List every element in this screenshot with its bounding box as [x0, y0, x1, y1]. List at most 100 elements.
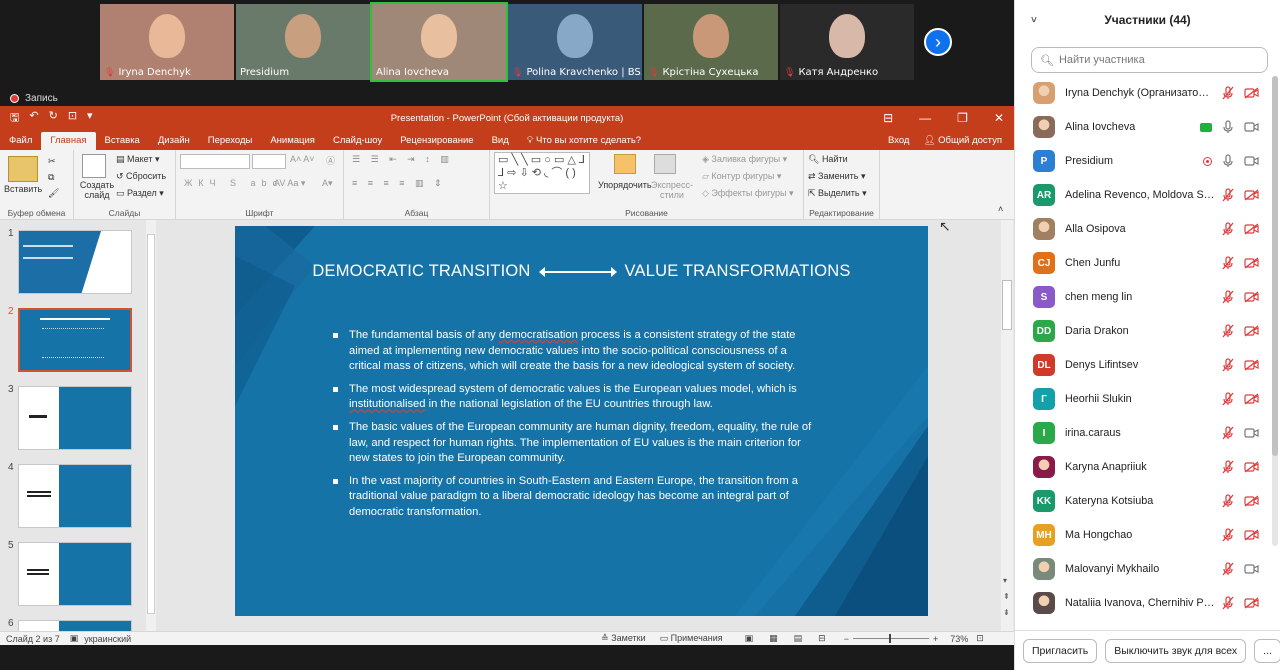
signin-link[interactable]: Вход [888, 135, 910, 146]
share-button[interactable]: 👤︎ Общий доступ [923, 135, 1002, 146]
participant-search-input[interactable]: 🔍︎ Найти участника [1031, 47, 1268, 73]
undo-icon[interactable]: ↶ [29, 109, 38, 128]
quick-styles-icon[interactable] [654, 154, 676, 174]
paste-icon[interactable] [8, 156, 38, 182]
current-slide[interactable]: DEMOCRATIC TRANSITION VALUE TRANSFORMATI… [235, 226, 928, 616]
video-off-icon[interactable] [1244, 461, 1259, 473]
video-icon[interactable] [1244, 563, 1259, 575]
language-indicator[interactable]: украинский [84, 634, 131, 644]
mic-muted-icon[interactable] [1221, 324, 1235, 338]
prev-slide-icon[interactable]: ⇞ [1003, 592, 1010, 601]
video-off-icon[interactable] [1244, 87, 1259, 99]
video-tile[interactable]: 🎙︎ Крістіна Сухецька [644, 4, 778, 80]
next-videos-button[interactable]: › [924, 28, 952, 56]
tab-slideshow[interactable]: Слайд-шоу [324, 132, 391, 150]
shape-outline-button[interactable]: ▱ Контур фигуры ▾ [702, 171, 781, 182]
participant-row[interactable]: AR Adelina Revenco, Moldova State ... [1015, 178, 1267, 212]
shape-effects-button[interactable]: ◇ Эффекты фигуры ▾ [702, 188, 793, 199]
video-off-icon[interactable] [1244, 495, 1259, 507]
font-name-input[interactable] [180, 154, 250, 169]
thumbnails-scrollbar[interactable] [146, 220, 156, 631]
participant-row[interactable]: DD Daria Drakon [1015, 314, 1267, 348]
participant-row[interactable]: Karyna Anapriiuk [1015, 450, 1267, 484]
mic-muted-icon[interactable] [1221, 494, 1235, 508]
cut-icon[interactable]: ✂ [48, 156, 56, 167]
layout-button[interactable]: ▤ Макет ▾ [116, 154, 160, 165]
mic-muted-icon[interactable] [1221, 392, 1235, 406]
redo-icon[interactable]: ↻ [49, 109, 58, 128]
participant-row[interactable]: P Presidium [1015, 144, 1267, 178]
participant-row[interactable]: MH Ma Hongchao [1015, 518, 1267, 552]
mic-muted-icon[interactable] [1221, 358, 1235, 372]
fit-slide-icon[interactable]: ⊡ [976, 633, 984, 644]
select-button[interactable]: ⇱ Выделить ▾ [808, 188, 867, 199]
slide-thumbnail-2[interactable] [18, 308, 132, 372]
font-color-icon[interactable]: A▾ [322, 178, 333, 189]
participant-row[interactable]: Schen meng lin [1015, 280, 1267, 314]
video-icon[interactable] [1244, 155, 1259, 167]
mute-all-button[interactable]: Выключить звук для всех [1105, 638, 1247, 663]
video-tile[interactable]: Presidium [236, 4, 370, 80]
zoom-out-icon[interactable]: − [844, 634, 849, 644]
zoom-slider[interactable] [852, 634, 929, 643]
video-off-icon[interactable] [1244, 393, 1259, 405]
mic-muted-icon[interactable] [1221, 562, 1235, 576]
video-off-icon[interactable] [1244, 189, 1259, 201]
arrange-icon[interactable] [614, 154, 636, 174]
editor-scrollbar[interactable]: ▾ ⇞ ⇟ [1001, 220, 1013, 631]
participant-row[interactable]: DL Denys Lifintsev [1015, 348, 1267, 382]
slide-thumbnail-3[interactable] [18, 386, 132, 450]
clear-format-icon[interactable]: Ⓐ [326, 154, 335, 167]
video-off-icon[interactable] [1244, 257, 1259, 269]
mic-muted-icon[interactable] [1221, 86, 1235, 100]
video-off-icon[interactable] [1244, 359, 1259, 371]
slide-thumbnail-5[interactable] [18, 542, 132, 606]
mic-muted-icon[interactable] [1221, 460, 1235, 474]
mic-muted-icon[interactable] [1221, 528, 1235, 542]
mic-icon[interactable] [1221, 120, 1235, 134]
chevron-down-icon[interactable]: ˅ [1031, 15, 1037, 26]
tab-file[interactable]: Файл [0, 132, 41, 150]
slide-thumbnail-1[interactable] [18, 230, 132, 294]
video-off-icon[interactable] [1244, 597, 1259, 609]
list-icons[interactable]: ☰ ☰ ⇤ ⇥ ↕ ▥ [352, 154, 453, 165]
mic-muted-icon[interactable] [1221, 188, 1235, 202]
video-tile[interactable]: 🎙︎ Катя Андренко [780, 4, 914, 80]
tab-transitions[interactable]: Переходы [199, 132, 262, 150]
video-tile[interactable]: Alina Iovcheva [370, 2, 508, 82]
video-icon[interactable] [1244, 121, 1259, 133]
paste-button[interactable]: Вставить [4, 184, 42, 194]
participant-row[interactable]: Iirina.caraus [1015, 416, 1267, 450]
copy-icon[interactable]: ⧉ [48, 172, 54, 183]
section-button[interactable]: ▭ Раздел ▾ [116, 188, 164, 199]
comments-button[interactable]: ▭ Примечания [660, 633, 723, 644]
slide-thumbnail-4[interactable] [18, 464, 132, 528]
tab-view[interactable]: Вид [483, 132, 518, 150]
font-size-input[interactable] [252, 154, 286, 169]
video-tile[interactable]: 🎙︎ Polina Kravchenko | BS... [508, 4, 642, 80]
font-grow-icon[interactable]: A˄ A˅ [290, 154, 315, 164]
zoom-level[interactable]: 73% [950, 634, 968, 644]
invite-button[interactable]: Пригласить [1023, 638, 1098, 663]
video-off-icon[interactable] [1244, 223, 1259, 235]
quick-styles-button[interactable]: Экспресс-стили [650, 180, 694, 200]
participant-row[interactable]: Nataliia Ivanova, Chernihiv Polyt... [1015, 586, 1267, 620]
spellcheck-icon[interactable]: ▣ [70, 633, 79, 644]
find-button[interactable]: 🔍︎ Найти [808, 154, 848, 165]
tab-design[interactable]: Дизайн [149, 132, 199, 150]
view-buttons[interactable]: ▣▦▤⊟ [745, 633, 842, 644]
participant-row[interactable]: Alina Iovcheva [1015, 110, 1267, 144]
close-icon[interactable]: ✕ [994, 111, 1004, 125]
zoom-in-icon[interactable]: + [933, 634, 938, 644]
new-slide-button[interactable]: Создать слайд [78, 180, 116, 200]
shape-fill-button[interactable]: ◈ Заливка фигуры ▾ [702, 154, 787, 165]
reset-button[interactable]: ↺ Сбросить [116, 171, 166, 182]
customize-qat-icon[interactable]: ▾ [87, 109, 93, 128]
notes-button[interactable]: ≙ Заметки [601, 633, 645, 644]
minimize-icon[interactable]: — [919, 111, 931, 125]
slide-thumbnail-6[interactable] [18, 620, 132, 631]
format-painter-icon[interactable]: 🖌︎ [48, 188, 59, 199]
mic-muted-icon[interactable] [1221, 596, 1235, 610]
participant-row[interactable]: Alla Osipova [1015, 212, 1267, 246]
tab-animations[interactable]: Анимация [261, 132, 324, 150]
